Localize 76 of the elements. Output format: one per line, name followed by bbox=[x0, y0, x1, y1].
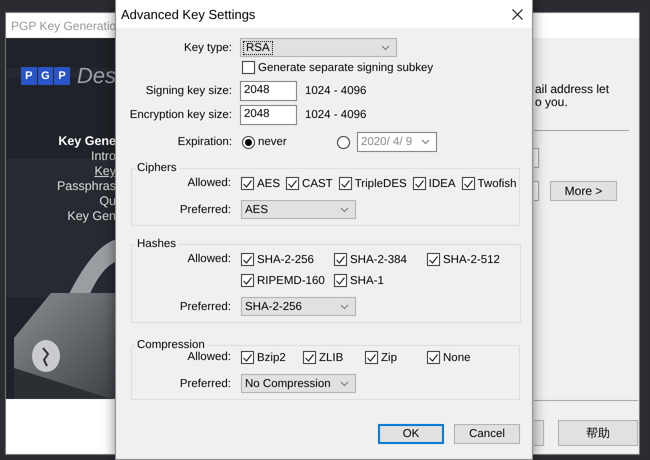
checkbox-label: SHA-1 bbox=[350, 274, 384, 286]
more-button[interactable]: More > bbox=[550, 181, 617, 201]
checkbox-label: IDEA bbox=[428, 178, 456, 190]
checkbox[interactable] bbox=[241, 351, 254, 364]
group-title: Compression bbox=[136, 339, 206, 351]
checkbox[interactable] bbox=[241, 274, 254, 287]
dialog-title: Advanced Key Settings bbox=[121, 6, 256, 22]
dropdown[interactable]: RSA bbox=[240, 38, 397, 57]
description-text: ail address let o you. bbox=[535, 83, 610, 109]
checkbox-label: CAST bbox=[302, 178, 333, 190]
logo-letter: P bbox=[54, 67, 70, 85]
checkbox[interactable] bbox=[365, 351, 378, 364]
checkbox[interactable] bbox=[334, 253, 347, 266]
checkbox-label: AES bbox=[257, 178, 280, 190]
close-icon[interactable] bbox=[512, 8, 523, 20]
field-label: Allowed: bbox=[186, 253, 231, 265]
field-label: Encryption key size: bbox=[128, 109, 232, 121]
checkbox[interactable] bbox=[338, 177, 352, 190]
nav-item[interactable]: Qu bbox=[99, 194, 116, 209]
checkbox[interactable] bbox=[241, 253, 254, 266]
cancel-button[interactable]: Cancel bbox=[454, 424, 520, 444]
field-label: Signing key size: bbox=[144, 85, 232, 97]
input-field[interactable] bbox=[534, 181, 539, 201]
checkbox-label: RIPEMD-160 bbox=[257, 274, 325, 286]
checkbox[interactable] bbox=[427, 253, 440, 266]
radio-button[interactable] bbox=[242, 136, 255, 148]
checkbox[interactable] bbox=[286, 177, 300, 190]
nav-item[interactable]: Key bbox=[94, 164, 116, 179]
input-field[interactable]: 2048 bbox=[240, 81, 297, 101]
checkbox-label: ZLIB bbox=[319, 352, 344, 364]
input-field[interactable]: 2048 bbox=[240, 105, 297, 125]
checkbox[interactable] bbox=[427, 351, 440, 364]
caret-icon bbox=[340, 304, 349, 310]
field-label: Preferred: bbox=[178, 300, 231, 312]
caret-icon bbox=[340, 380, 349, 386]
ok-button[interactable]: OK bbox=[378, 424, 444, 444]
caret-icon bbox=[381, 44, 390, 50]
logo-letter: P bbox=[21, 67, 37, 85]
dropdown[interactable]: SHA-2-256 bbox=[241, 297, 356, 316]
checkbox[interactable] bbox=[242, 61, 255, 74]
input-field[interactable] bbox=[534, 148, 539, 168]
nav-item[interactable]: Passphras bbox=[56, 179, 116, 194]
field-label: Allowed: bbox=[186, 177, 231, 189]
checkbox[interactable] bbox=[241, 177, 254, 190]
checkbox-label: Bzip2 bbox=[257, 352, 286, 364]
checkbox-label: SHA-2-384 bbox=[350, 254, 407, 266]
field-label: Key type: bbox=[183, 42, 232, 54]
checkbox[interactable] bbox=[303, 351, 316, 364]
logo-letter: G bbox=[38, 67, 54, 85]
checkbox-label: SHA-2-256 bbox=[257, 254, 314, 266]
field-label: Preferred: bbox=[178, 378, 231, 390]
checkbox[interactable] bbox=[462, 177, 475, 190]
checkbox-label: SHA-2-512 bbox=[443, 254, 500, 266]
dropdown[interactable]: AES bbox=[241, 200, 356, 219]
field-label: Expiration: bbox=[176, 136, 232, 148]
checkbox-label: None bbox=[443, 352, 470, 364]
checkbox[interactable] bbox=[412, 177, 426, 190]
logo-text: Des bbox=[76, 63, 116, 89]
range-text: 1024 - 4096 bbox=[305, 109, 366, 121]
radio-label: never bbox=[258, 136, 288, 148]
checkbox-label: TripleDES bbox=[354, 178, 407, 190]
checkbox-label: Twofish bbox=[478, 178, 517, 190]
group-title: Ciphers bbox=[136, 162, 178, 174]
caret-icon bbox=[421, 139, 430, 145]
group-title: Hashes bbox=[136, 238, 177, 250]
range-text: 1024 - 4096 bbox=[305, 85, 366, 97]
checkbox-label: Generate separate signing subkey bbox=[258, 62, 434, 74]
field-label: Preferred: bbox=[178, 204, 231, 216]
dropdown[interactable]: No Compression bbox=[241, 374, 356, 393]
caret-icon bbox=[340, 206, 349, 212]
help-button[interactable]: 帮助 bbox=[558, 420, 638, 446]
checkbox-label: Zip bbox=[381, 352, 397, 364]
field-label: Allowed: bbox=[186, 351, 231, 363]
checkbox[interactable] bbox=[334, 274, 347, 287]
nav-item[interactable]: Intro bbox=[90, 149, 116, 164]
nav-item[interactable]: Key Gen bbox=[67, 209, 116, 224]
